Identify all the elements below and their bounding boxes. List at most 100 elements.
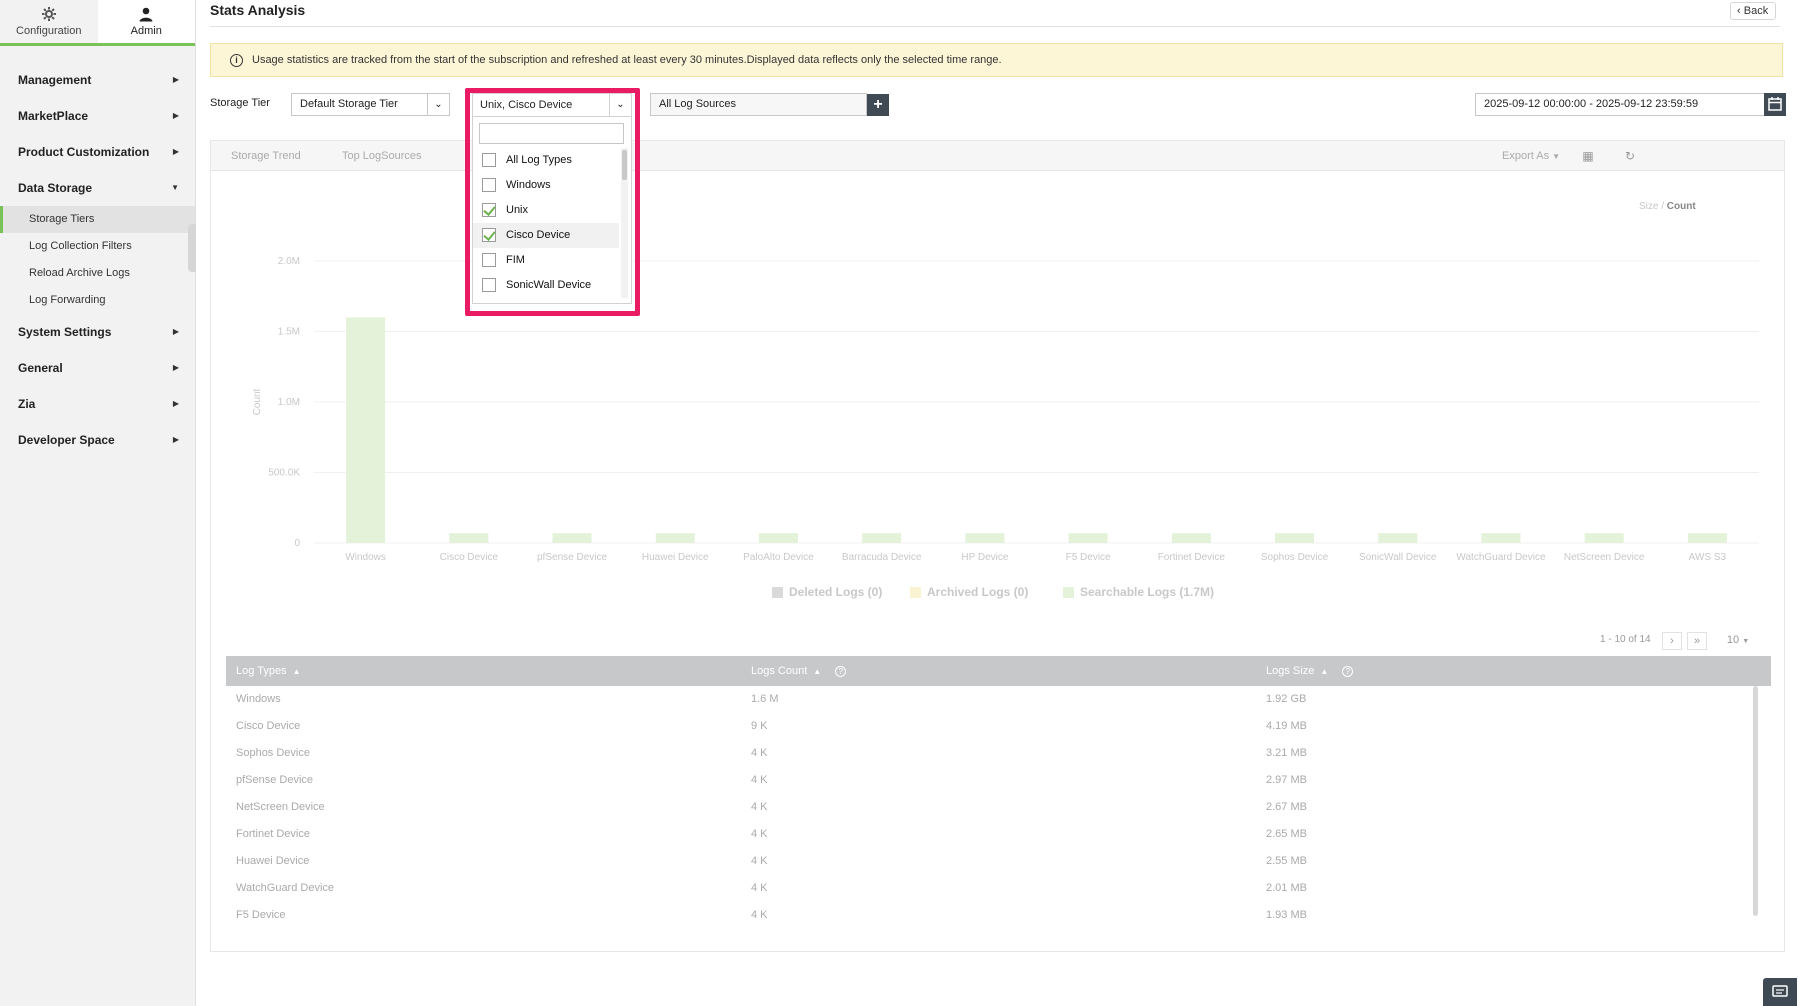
- log-types-table: Log Types ▲ Logs Count ▲? Logs Size ▲? Wind…: [226, 656, 1771, 936]
- export-as-menu[interactable]: Export As ▼: [1502, 141, 1560, 171]
- table-row[interactable]: NetScreen Device 4 K 2.67 MB: [226, 794, 1771, 821]
- pagination-range: 1 - 10 of 14: [1600, 634, 1651, 645]
- help-icon[interactable]: ?: [835, 665, 847, 677]
- table-row[interactable]: Windows 1.6 M 1.92 GB: [226, 686, 1771, 713]
- menu-general[interactable]: General ▶: [0, 350, 195, 386]
- chevron-down-icon[interactable]: ⌄: [609, 94, 631, 116]
- table-row[interactable]: Cisco Device 9 K 4.19 MB: [226, 713, 1771, 740]
- last-page-button[interactable]: »: [1687, 632, 1707, 650]
- option-unix[interactable]: Unix: [473, 198, 619, 223]
- cell-log-type: pfSense Device: [236, 774, 314, 786]
- menu-system-settings[interactable]: System Settings ▶: [0, 314, 195, 350]
- cell-log-type: NetScreen Device: [236, 801, 325, 813]
- option-label: SonicWall Device: [506, 279, 592, 291]
- table-scrollbar[interactable]: [1753, 686, 1758, 916]
- x-tick-label: PaloAlto Device: [743, 552, 814, 563]
- column-logs-count[interactable]: Logs Count ▲?: [751, 656, 847, 686]
- option-checkbox[interactable]: [482, 203, 496, 217]
- sidebar-collapse-handle[interactable]: [188, 224, 196, 272]
- next-page-button[interactable]: ›: [1662, 632, 1682, 650]
- table-row[interactable]: pfSense Device 4 K 2.97 MB: [226, 767, 1771, 794]
- submenu-storage-tiers[interactable]: Storage Tiers: [0, 206, 195, 233]
- back-label: Back: [1743, 5, 1769, 17]
- x-tick-label: Huawei Device: [642, 552, 709, 563]
- caret-right-icon: ▶: [172, 75, 179, 84]
- log-type-select[interactable]: Unix, Cisco Device ⌄: [473, 94, 631, 117]
- stats-panel: Storage Trend Top LogSources Export As ▼…: [210, 140, 1785, 952]
- bar-paloalto-device: [758, 533, 798, 543]
- option-label: Cisco Device: [506, 229, 571, 241]
- bar-huawei-device: [655, 533, 695, 543]
- x-tick-label: SonicWall Device: [1359, 552, 1437, 563]
- option-all-log-types[interactable]: All Log Types: [473, 148, 619, 173]
- refresh-icon[interactable]: ↻: [1623, 149, 1637, 163]
- column-log-types[interactable]: Log Types ▲: [236, 656, 300, 686]
- caret-down-icon: ▼: [171, 183, 179, 192]
- option-checkbox[interactable]: [482, 228, 496, 242]
- cell-log-type: WatchGuard Device: [236, 882, 335, 894]
- table-row[interactable]: Huawei Device 4 K 2.55 MB: [226, 848, 1771, 875]
- storage-tier-select[interactable]: Default Storage Tier ⌄: [291, 93, 450, 116]
- configuration-tab[interactable]: Configuration: [0, 0, 98, 43]
- option-fim[interactable]: FIM: [473, 248, 619, 273]
- menu-product-customization[interactable]: Product Customization ▶: [0, 134, 195, 170]
- option-checkbox[interactable]: [482, 278, 496, 292]
- menu-zia[interactable]: Zia ▶: [0, 386, 195, 422]
- menu-data-storage[interactable]: Data Storage ▼: [0, 170, 195, 206]
- help-icon[interactable]: ?: [1342, 665, 1354, 677]
- menu-label: Management: [18, 73, 92, 87]
- legend-swatch: [772, 587, 783, 598]
- submenu-log-forwarding[interactable]: Log Forwarding: [0, 287, 195, 314]
- option-checkbox[interactable]: [482, 253, 496, 267]
- dropdown-scrollbar-thumb[interactable]: [622, 150, 627, 180]
- submenu-log-collection-filters[interactable]: Log Collection Filters: [0, 233, 195, 260]
- table-row[interactable]: WatchGuard Device 4 K 2.01 MB: [226, 875, 1771, 902]
- option-checkbox[interactable]: [482, 153, 496, 167]
- table-row[interactable]: Sophos Device 4 K 3.21 MB: [226, 740, 1771, 767]
- bar-aws-s3: [1687, 533, 1727, 543]
- chat-button[interactable]: [1763, 978, 1797, 1006]
- option-windows[interactable]: Windows: [473, 173, 619, 198]
- option-checkbox[interactable]: [482, 178, 496, 192]
- log-sources-select[interactable]: All Log Sources: [650, 93, 867, 116]
- option-cisco-device[interactable]: Cisco Device: [473, 223, 619, 248]
- legend-swatch: [910, 587, 921, 598]
- menu-label: Developer Space: [18, 433, 115, 447]
- submenu-reload-archive-logs[interactable]: Reload Archive Logs: [0, 260, 195, 287]
- date-range-input[interactable]: 2025-09-12 00:00:00 - 2025-09-12 23:59:5…: [1475, 93, 1765, 116]
- cell-logs-size: 2.97 MB: [1266, 774, 1307, 786]
- top-nav: Configuration Admin: [0, 0, 195, 46]
- cell-log-type: F5 Device: [236, 909, 286, 921]
- column-logs-size[interactable]: Logs Size ▲?: [1266, 656, 1354, 686]
- x-tick-label: WatchGuard Device: [1456, 552, 1546, 563]
- bar-fortinet-device: [1171, 533, 1211, 543]
- cell-logs-count: 4 K: [751, 855, 768, 867]
- add-log-source-button[interactable]: +: [867, 94, 889, 116]
- menu-developer-space[interactable]: Developer Space ▶: [0, 422, 195, 458]
- menu-marketplace[interactable]: MarketPlace ▶: [0, 98, 195, 134]
- table-row[interactable]: F5 Device 4 K 1.93 MB: [226, 902, 1771, 929]
- caret-down-icon: ▼: [1552, 152, 1561, 161]
- back-button[interactable]: ‹ Back: [1730, 2, 1777, 20]
- sort-asc-icon[interactable]: ▲: [813, 667, 821, 676]
- page-size-select[interactable]: 10 ▼: [1724, 632, 1752, 650]
- tab-storage-trend[interactable]: Storage Trend: [231, 141, 301, 171]
- sort-asc-icon[interactable]: ▲: [293, 667, 301, 676]
- admin-tab[interactable]: Admin: [97, 0, 195, 43]
- calendar-button[interactable]: [1764, 93, 1786, 116]
- chevron-down-icon[interactable]: ⌄: [427, 94, 449, 115]
- log-type-search-input[interactable]: [479, 123, 624, 144]
- table-header: Log Types ▲ Logs Count ▲? Logs Size ▲?: [226, 656, 1771, 686]
- cell-logs-size: 2.55 MB: [1266, 855, 1307, 867]
- menu-management[interactable]: Management ▶: [0, 62, 195, 98]
- option-sonicwall-device[interactable]: SonicWall Device: [473, 273, 619, 298]
- legend-swatch: [1063, 587, 1074, 598]
- menu-label: Product Customization: [18, 145, 150, 159]
- bar-windows: [346, 317, 386, 543]
- report-icon[interactable]: ▦: [1581, 149, 1595, 163]
- tab-top-logsources[interactable]: Top LogSources: [342, 141, 422, 171]
- bar-cisco-device: [449, 533, 489, 543]
- table-row[interactable]: Fortinet Device 4 K 2.65 MB: [226, 821, 1771, 848]
- sort-asc-icon[interactable]: ▲: [1320, 667, 1328, 676]
- cell-log-type: Cisco Device: [236, 720, 301, 732]
